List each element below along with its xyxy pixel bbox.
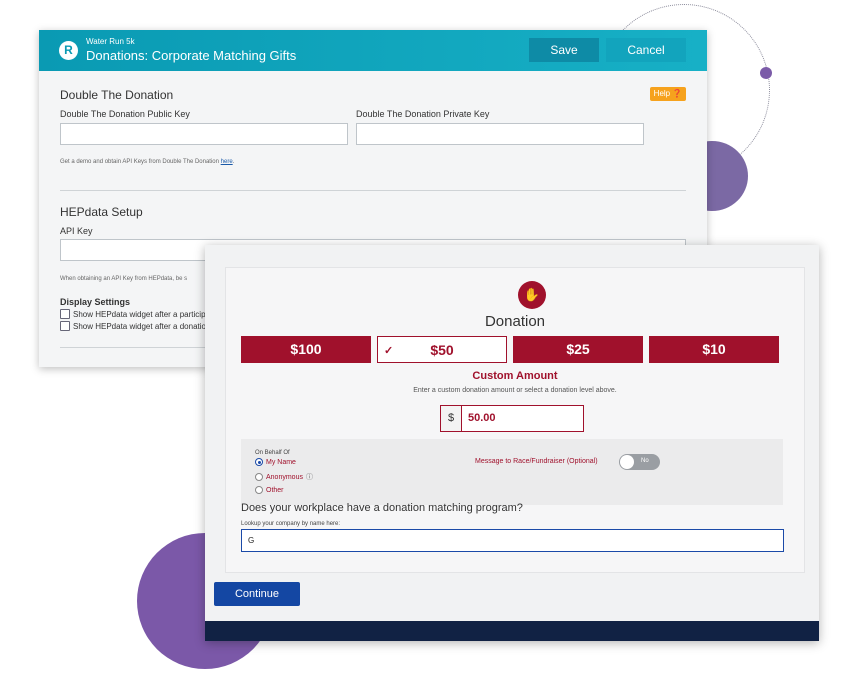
radio-my-name[interactable]: My Name [255, 458, 296, 466]
donation-hand-icon: ✋ [518, 281, 546, 309]
panel-header: R Water Run 5k Donations: Corporate Matc… [39, 30, 707, 71]
page-title: Donations: Corporate Matching Gifts [86, 48, 297, 63]
save-button[interactable]: Save [529, 38, 599, 62]
amount-button-10[interactable]: $10 [649, 336, 779, 363]
donation-title: Donation [484, 313, 546, 330]
dtd-hint-text: Get a demo and obtain API Keys from Doub… [60, 159, 221, 165]
footer-bar [205, 621, 819, 641]
matching-hint: Lookup your company by name here: [241, 521, 341, 527]
radio-button[interactable] [255, 458, 263, 466]
toggle-label: No [641, 458, 649, 464]
help-button[interactable]: Help ❓ [650, 87, 686, 101]
api-key-label: API Key [60, 226, 93, 236]
public-key-input[interactable] [60, 123, 348, 145]
custom-amount-title: Custom Amount [472, 370, 558, 382]
message-label: Message to Race/Fundraiser (Optional) [475, 458, 598, 465]
radio-label: Other [266, 486, 284, 494]
radio-anonymous[interactable]: Anonymous ⓘ [255, 472, 313, 482]
info-icon[interactable]: ⓘ [306, 472, 313, 482]
radio-label: Anonymous [266, 473, 303, 481]
dtd-section-title: Double The Donation [60, 88, 174, 102]
cancel-button[interactable]: Cancel [606, 38, 686, 62]
private-key-input[interactable] [356, 123, 644, 145]
donation-options: On Behalf Of My Name Anonymous ⓘ Other M… [241, 439, 783, 505]
hep-participant-checkbox-row[interactable]: Show HEPdata widget after a participa [60, 309, 210, 319]
logo-icon: R [59, 41, 78, 60]
custom-amount-hint: Enter a custom donation amount or select… [413, 387, 617, 394]
amount-label: $50 [430, 342, 454, 358]
donation-card: ✋ Donation $100 ✓ $50 $25 $10 Custom Amo… [225, 267, 805, 573]
custom-amount-input[interactable]: $ 50.00 [440, 405, 584, 432]
amount-button-100[interactable]: $100 [241, 336, 371, 363]
hep-donation-checkbox-row[interactable]: Show HEPdata widget after a donation [60, 321, 210, 331]
hep-hint: When obtaining an API Key from HEPdata, … [60, 276, 188, 282]
radio-button[interactable] [255, 473, 263, 481]
radio-label: My Name [266, 458, 296, 466]
currency-symbol: $ [441, 406, 462, 431]
checkbox[interactable] [60, 309, 70, 319]
matching-question: Does your workplace have a donation matc… [241, 502, 523, 514]
toggle-knob [620, 455, 634, 469]
amount-value: 50.00 [468, 412, 496, 424]
dtd-hint-end: . [232, 159, 235, 165]
radio-other[interactable]: Other [255, 486, 284, 494]
checkbox-label: Show HEPdata widget after a participa [73, 309, 210, 319]
on-behalf-label: On Behalf Of [255, 450, 290, 456]
amount-button-50[interactable]: ✓ $50 [377, 336, 507, 363]
company-search-input[interactable]: G [241, 529, 784, 552]
public-key-label: Double The Donation Public Key [60, 109, 190, 119]
display-settings-label: Display Settings [60, 297, 131, 307]
event-name: Water Run 5k [86, 37, 135, 46]
decorative-dot [760, 67, 772, 79]
radio-button[interactable] [255, 486, 263, 494]
section-divider [60, 190, 686, 191]
donation-form-panel: ✋ Donation $100 ✓ $50 $25 $10 Custom Amo… [205, 245, 819, 641]
checkbox-label: Show HEPdata widget after a donation [73, 321, 211, 331]
check-icon: ✓ [384, 345, 394, 357]
message-toggle[interactable]: No [619, 454, 660, 470]
dtd-here-link[interactable]: here [221, 159, 233, 165]
continue-button[interactable]: Continue [214, 582, 300, 606]
dtd-hint: Get a demo and obtain API Keys from Doub… [60, 159, 234, 165]
private-key-label: Double The Donation Private Key [356, 109, 490, 119]
amount-button-25[interactable]: $25 [513, 336, 643, 363]
checkbox[interactable] [60, 321, 70, 331]
hep-section-title: HEPdata Setup [60, 205, 143, 219]
